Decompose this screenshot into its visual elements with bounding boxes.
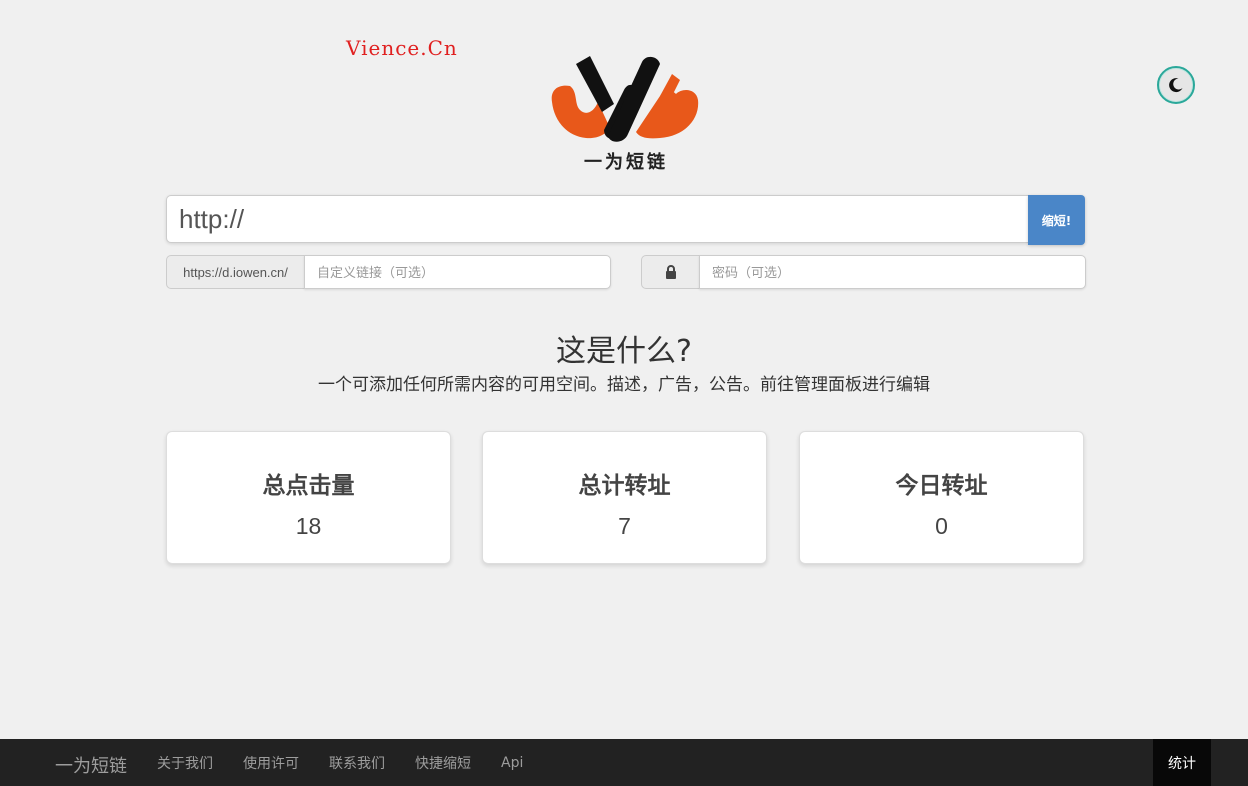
footer-brand-link[interactable]: 一为短链 [55, 752, 127, 778]
footer-link-about[interactable]: 关于我们 [157, 753, 213, 773]
stat-card-total-urls: 总计转址 7 [482, 431, 767, 564]
url-form: 缩短! [166, 195, 1085, 245]
moon-icon [1169, 78, 1183, 93]
logo-mark-icon [551, 56, 699, 142]
stat-card-today-urls: 今日转址 0 [799, 431, 1084, 564]
shorten-button[interactable]: 缩短! [1028, 195, 1085, 245]
about-title: 这是什么? [556, 334, 692, 369]
custom-link-group: https://d.iowen.cn/ [166, 255, 611, 289]
lock-icon [665, 265, 676, 279]
password-input[interactable] [699, 255, 1086, 289]
site-logo[interactable]: 一为短链 [548, 52, 704, 176]
theme-toggle-button[interactable] [1157, 66, 1195, 104]
url-input[interactable] [166, 195, 1028, 243]
custom-link-input[interactable] [304, 255, 611, 289]
stat-value: 0 [935, 513, 948, 539]
stat-value: 7 [618, 513, 631, 539]
password-group [641, 255, 1086, 289]
footer-link-api[interactable]: Api [501, 755, 523, 771]
footer-link-quick-shorten[interactable]: 快捷缩短 [415, 753, 471, 773]
stat-card-total-clicks: 总点击量 18 [166, 431, 451, 564]
footer-navbar: 一为短链 关于我们 使用许可 联系我们 快捷缩短 Api 统计 [0, 739, 1248, 786]
lock-addon [641, 255, 699, 289]
footer-link-license[interactable]: 使用许可 [243, 753, 299, 773]
logo-text: 一为短链 [584, 152, 668, 173]
watermark-text: Vience.Cn [346, 36, 458, 60]
stat-label: 今日转址 [895, 473, 988, 499]
stat-value: 18 [295, 513, 322, 539]
stat-label: 总点击量 [262, 473, 355, 499]
footer-link-contact[interactable]: 联系我们 [329, 753, 385, 773]
footer-links: 关于我们 使用许可 联系我们 快捷缩短 Api [157, 739, 553, 786]
stat-label: 总计转址 [578, 473, 671, 499]
footer-stats-link[interactable]: 统计 [1153, 739, 1211, 786]
about-description: 一个可添加任何所需内容的可用空间。描述，广告，公告。前往管理面板进行编辑 [318, 375, 930, 395]
domain-prefix: https://d.iowen.cn/ [166, 255, 304, 289]
